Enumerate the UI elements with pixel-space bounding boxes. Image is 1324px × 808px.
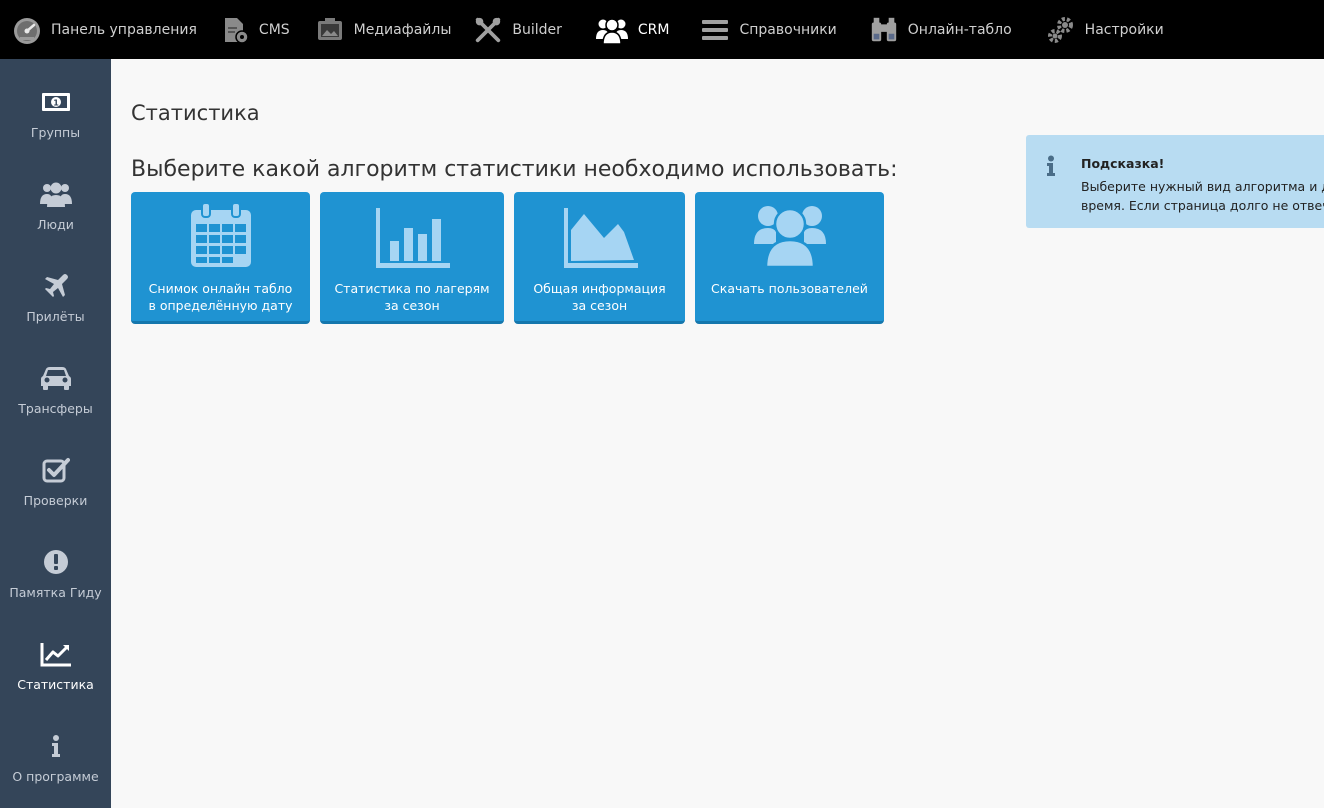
top-nav-label: CMS xyxy=(258,21,290,38)
sidebar-item-label: Трансферы xyxy=(18,401,93,416)
list-bars-icon xyxy=(700,15,730,45)
checkbox-icon xyxy=(42,453,70,487)
top-nav-label: Панель управления xyxy=(51,21,197,38)
sidebar-item-transfers[interactable]: Трансферы xyxy=(0,335,111,427)
top-nav-online-board[interactable]: Онлайн-табло xyxy=(837,0,1012,59)
top-navigation: Панель управления CMS Медиафайлы Builder… xyxy=(0,0,1324,59)
dashboard-gauge-icon xyxy=(12,15,42,45)
top-nav-dashboard[interactable]: Панель управления xyxy=(0,0,197,59)
media-image-icon xyxy=(315,15,345,45)
top-nav-label: Builder xyxy=(512,21,562,38)
users-group-icon xyxy=(753,202,826,272)
tile-label-line1: Общая информация xyxy=(533,281,666,296)
hint-text-line2: время. Если страница долго не отвечает, … xyxy=(1081,198,1324,213)
top-nav-media[interactable]: Медиафайлы xyxy=(290,0,452,59)
sidebar-item-label: Проверки xyxy=(23,493,88,508)
tile-label-line2: за сезон xyxy=(384,298,440,313)
money-bill-icon: 1 xyxy=(41,85,71,119)
sidebar: 1 Группы Люди Прилёты Трансферы Проверки… xyxy=(0,59,111,808)
bar-chart-icon xyxy=(374,208,450,272)
sidebar-item-statistics[interactable]: Статистика xyxy=(0,611,111,703)
top-nav-settings[interactable]: Настройки xyxy=(1012,0,1164,59)
car-icon xyxy=(40,361,72,395)
tile-label-line1: Снимок онлайн табло xyxy=(148,281,293,296)
binoculars-icon xyxy=(869,15,899,45)
sidebar-item-guide-memo[interactable]: Памятка Гиду xyxy=(0,519,111,611)
tile-label-line2: за сезон xyxy=(571,298,628,313)
tile-online-board-snapshot[interactable]: Снимок онлайн табло в определённую дату xyxy=(131,192,310,324)
line-chart-icon xyxy=(40,637,72,671)
hint-title: Подсказка! xyxy=(1081,156,1165,171)
info-icon xyxy=(1046,155,1056,181)
svg-text:1: 1 xyxy=(53,99,59,108)
airplane-icon xyxy=(43,269,69,303)
calendar-icon xyxy=(190,202,252,272)
page-title: Статистика xyxy=(131,101,260,125)
tile-label-line1: Статистика по лагерям xyxy=(334,281,490,296)
top-nav-label: Медиафайлы xyxy=(353,21,452,38)
people-icon xyxy=(39,177,72,211)
hint-text-line1: Выберите нужный вид алгоритма и дождитес… xyxy=(1081,179,1324,194)
sidebar-item-label: Памятка Гиду xyxy=(9,585,102,600)
top-nav-builder[interactable]: Builder xyxy=(451,0,562,59)
page-subtitle: Выберите какой алгоритм статистики необх… xyxy=(131,157,898,182)
cms-document-icon xyxy=(220,15,250,45)
sidebar-item-groups[interactable]: 1 Группы xyxy=(0,59,111,151)
main-content: Статистика Выберите какой алгоритм стати… xyxy=(111,59,1324,808)
sidebar-item-arrivals[interactable]: Прилёты xyxy=(0,243,111,335)
sidebar-item-label: Люди xyxy=(37,217,74,232)
top-nav-label: Справочники xyxy=(739,21,837,38)
tile-general-information[interactable]: Общая информация за сезон xyxy=(514,192,685,324)
exclamation-circle-icon xyxy=(43,545,69,579)
top-nav-label: Настройки xyxy=(1084,21,1164,38)
sidebar-item-label: Группы xyxy=(30,125,81,140)
top-nav-label: CRM xyxy=(637,21,670,38)
sidebar-item-about[interactable]: О программе xyxy=(0,703,111,795)
sidebar-item-label: О программе xyxy=(12,769,99,784)
settings-gears-icon xyxy=(1046,15,1076,45)
sidebar-item-checks[interactable]: Проверки xyxy=(0,427,111,519)
top-nav-cms[interactable]: CMS xyxy=(197,0,290,59)
tile-label-line2: в определённую дату xyxy=(148,298,293,313)
info-icon xyxy=(50,729,62,763)
hint-alert: Подсказка! Выберите нужный вид алгоритма… xyxy=(1026,135,1324,228)
top-nav-label: Онлайн-табло xyxy=(907,21,1012,38)
tile-camp-statistics[interactable]: Статистика по лагерям за сезон xyxy=(320,192,504,324)
builder-tools-icon xyxy=(473,15,503,45)
top-nav-directories[interactable]: Справочники xyxy=(669,0,837,59)
tile-label-line1: Скачать пользователей xyxy=(711,281,868,296)
top-nav-crm[interactable]: CRM xyxy=(562,0,670,59)
sidebar-item-label: Прилёты xyxy=(26,309,85,324)
area-chart-icon xyxy=(562,208,638,272)
sidebar-item-label: Статистика xyxy=(17,677,94,692)
crm-users-icon xyxy=(595,15,629,45)
tile-download-users[interactable]: Скачать пользователей xyxy=(695,192,884,324)
sidebar-item-people[interactable]: Люди xyxy=(0,151,111,243)
